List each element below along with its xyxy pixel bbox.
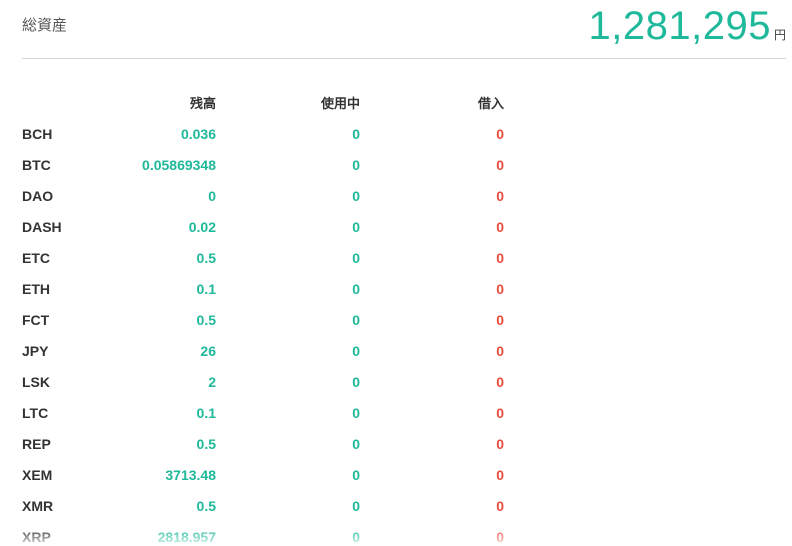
currency-symbol: ETC <box>22 249 50 266</box>
in-use-value: 0 <box>352 125 360 142</box>
currency-symbol: LTC <box>22 404 49 421</box>
borrowed-value: 0 <box>496 342 504 359</box>
borrowed-value: 0 <box>496 187 504 204</box>
balance-value: 0.1 <box>196 404 216 421</box>
borrowed-value: 0 <box>496 528 504 545</box>
currency-symbol: DAO <box>22 187 54 204</box>
borrowed-value: 0 <box>496 466 504 483</box>
in-use-value: 0 <box>352 435 360 452</box>
balance-value: 2 <box>208 373 216 390</box>
header-balance: 残高 <box>189 97 216 112</box>
table-row: ETC 0.5 0 0 <box>22 242 504 273</box>
balance-value: 0.1 <box>196 280 216 297</box>
asset-page: 総資産 1,281,295 円 残高 使用中 借入 BCH 0.036 0 0 BTC 0.… <box>0 0 792 546</box>
borrowed-value: 0 <box>496 280 504 297</box>
currency-symbol: XEM <box>22 466 53 483</box>
balance-value: 0.5 <box>196 497 216 514</box>
table-row: XEM 3713.48 0 0 <box>22 459 504 490</box>
balances-table: 残高 使用中 借入 BCH 0.036 0 0 BTC 0.05869348 0 0 DAO 0 0… <box>22 87 504 546</box>
table-row: XMR 0.5 0 0 <box>22 490 504 521</box>
balance-value: 2818.957 <box>157 528 216 545</box>
total-assets-value: 1,281,295 <box>588 4 771 48</box>
balance-value: 0.05869348 <box>142 156 216 173</box>
in-use-value: 0 <box>352 466 360 483</box>
table-row: DAO 0 0 0 <box>22 180 504 211</box>
in-use-value: 0 <box>352 528 360 545</box>
currency-symbol: BCH <box>22 125 53 142</box>
in-use-value: 0 <box>352 342 360 359</box>
table-row: JPY 26 0 0 <box>22 335 504 366</box>
currency-symbol: BTC <box>22 156 51 173</box>
borrowed-value: 0 <box>496 156 504 173</box>
in-use-value: 0 <box>352 373 360 390</box>
table-row: BCH 0.036 0 0 <box>22 118 504 149</box>
borrowed-value: 0 <box>496 249 504 266</box>
in-use-value: 0 <box>352 280 360 297</box>
balance-value: 3713.48 <box>165 466 216 483</box>
currency-symbol: DASH <box>22 218 62 235</box>
balance-value: 0.5 <box>196 311 216 328</box>
total-assets-unit: 円 <box>773 28 786 42</box>
currency-symbol: REP <box>22 435 51 452</box>
in-use-value: 0 <box>352 497 360 514</box>
balance-value: 26 <box>200 342 216 359</box>
table-row: XRP 2818.957 0 0 <box>22 521 504 546</box>
currency-symbol: ETH <box>22 280 50 297</box>
currency-symbol: XMR <box>22 497 54 514</box>
currency-symbol: XRP <box>22 528 51 545</box>
header-symbol <box>22 87 94 118</box>
balance-value: 0.5 <box>196 249 216 266</box>
balance-value: 0.036 <box>180 125 216 142</box>
table-row: FCT 0.5 0 0 <box>22 304 504 335</box>
table-row: ETH 0.1 0 0 <box>22 273 504 304</box>
borrowed-value: 0 <box>496 404 504 421</box>
in-use-value: 0 <box>352 156 360 173</box>
in-use-value: 0 <box>352 404 360 421</box>
total-assets-label: 総資産 <box>22 16 68 34</box>
borrowed-value: 0 <box>496 435 504 452</box>
in-use-value: 0 <box>352 218 360 235</box>
in-use-value: 0 <box>352 187 360 204</box>
borrowed-value: 0 <box>496 311 504 328</box>
currency-symbol: JPY <box>22 342 49 359</box>
total-assets-header: 総資産 1,281,295 円 <box>22 0 786 59</box>
borrowed-value: 0 <box>496 125 504 142</box>
in-use-value: 0 <box>352 311 360 328</box>
table-row: LSK 2 0 0 <box>22 366 504 397</box>
balance-value: 0 <box>208 187 216 204</box>
borrowed-value: 0 <box>496 497 504 514</box>
borrowed-value: 0 <box>496 218 504 235</box>
table-row: BTC 0.05869348 0 0 <box>22 149 504 180</box>
in-use-value: 0 <box>352 249 360 266</box>
total-assets-amount: 1,281,295 円 <box>589 4 786 49</box>
table-row: LTC 0.1 0 0 <box>22 397 504 428</box>
table-header-row: 残高 使用中 借入 <box>22 87 504 118</box>
balance-value: 0.5 <box>196 435 216 452</box>
header-borrowed: 借入 <box>477 97 504 112</box>
currency-symbol: LSK <box>22 373 50 390</box>
table-row: REP 0.5 0 0 <box>22 428 504 459</box>
borrowed-value: 0 <box>496 373 504 390</box>
balance-value: 0.02 <box>188 218 216 235</box>
currency-symbol: FCT <box>22 311 50 328</box>
table-row: DASH 0.02 0 0 <box>22 211 504 242</box>
header-in-use: 使用中 <box>320 97 360 112</box>
